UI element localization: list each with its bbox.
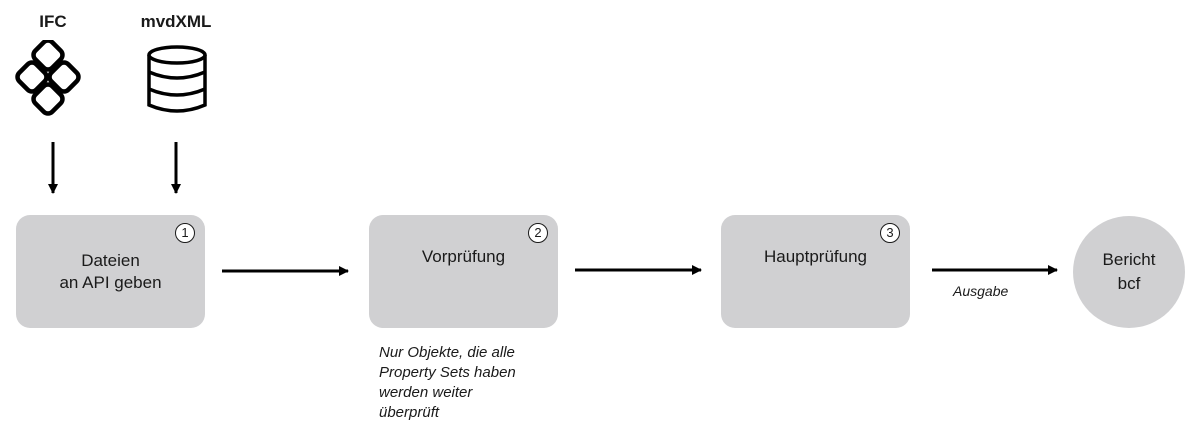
step-2-box: 2 Vorprüfung — [369, 215, 558, 328]
step-3-label: Hauptprüfung — [763, 246, 868, 266]
output-report-circle: Bericht bcf — [1073, 216, 1185, 328]
note-line-3: werden weiter — [379, 384, 473, 401]
step-3-number-badge: 3 — [880, 223, 900, 243]
output-label-line-1: Bericht — [1102, 250, 1156, 269]
note-line-1: Nur Objekte, die alle — [379, 344, 515, 361]
step-1-number-badge: 1 — [175, 223, 195, 243]
step-1-label-line-1: Dateien — [81, 250, 140, 270]
step-2-note: Nur Objekte, die alle Property Sets habe… — [379, 343, 516, 423]
note-line-4: überprüft — [379, 404, 440, 421]
step-2-number-badge: 2 — [528, 223, 548, 243]
step-1-label-line-2: an API geben — [59, 272, 162, 292]
output-edge-label: Ausgabe — [953, 283, 1009, 299]
note-line-2: Property Sets haben — [379, 364, 516, 381]
output-label-line-2: bcf — [1117, 274, 1141, 293]
step-1-box: 1 Dateien an API geben — [16, 215, 205, 328]
step-3-box: 3 Hauptprüfung — [721, 215, 910, 328]
step-2-label: Vorprüfung — [421, 246, 506, 266]
